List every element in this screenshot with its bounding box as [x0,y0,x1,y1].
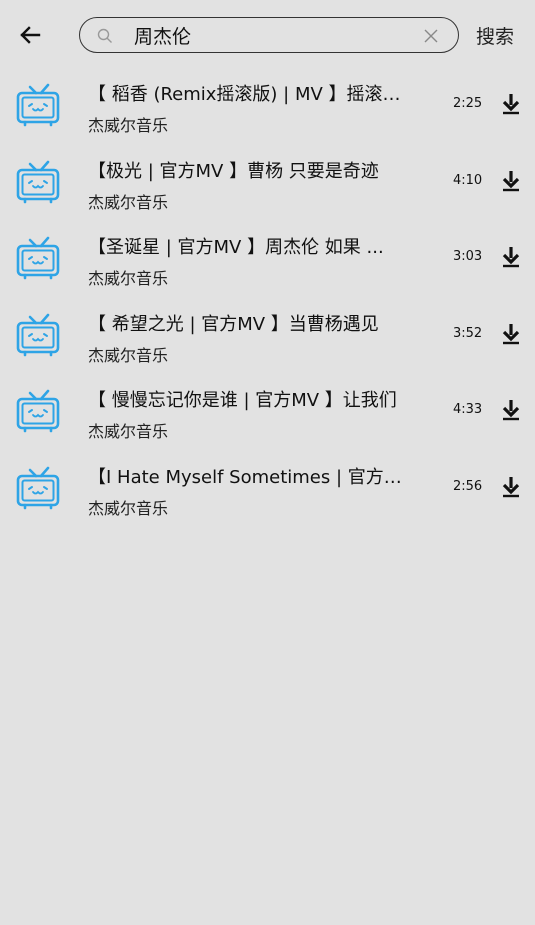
tv-icon [16,160,60,203]
top-bar: 搜索 [0,0,535,72]
arrow-left-icon [20,26,41,44]
tv-icon [16,466,60,510]
result-item[interactable]: 【极光 | 官方MV 】曹杨 只要是奇迹 杰威尔音乐 4:10 [0,145,535,222]
close-icon[interactable] [422,27,440,45]
result-item[interactable]: 【 希望之光 | 官方MV 】当曹杨遇见 杰威尔音乐 3:52 [0,298,535,375]
song-duration: 2:25 [453,96,483,111]
song-artist: 杰威尔音乐 [88,422,169,442]
tv-icon [16,313,60,357]
song-duration: 3:03 [453,249,483,265]
song-artist: 杰威尔音乐 [88,269,169,289]
download-icon[interactable] [500,398,522,422]
song-artist: 杰威尔音乐 [88,345,169,365]
song-title: 【极光 | 官方MV 】曹杨 只要是奇迹 [88,160,379,182]
song-artist: 杰威尔音乐 [88,498,169,518]
back-button[interactable] [14,20,46,50]
tv-icon [16,236,60,280]
download-icon[interactable] [500,322,522,346]
song-artist: 杰威尔音乐 [88,116,169,135]
search-icon [97,28,112,43]
song-title: 【I Hate Myself Sometimes | 官方MV [88,466,410,488]
download-icon[interactable] [500,245,522,269]
song-duration: 3:52 [453,325,483,341]
download-icon[interactable] [500,475,522,499]
song-duration: 2:56 [453,478,483,494]
search-box[interactable] [79,17,459,53]
search-button[interactable]: 搜索 [476,22,514,49]
song-title: 【圣诞星 | 官方MV 】周杰伦 如果 ... [88,237,384,259]
result-list: 【 稻香 (Remix摇滚版) | MV 】摇滚版 周杰伦 稻香 杰威尔音乐 2… [0,68,535,528]
song-duration: 4:10 [453,172,483,188]
tv-icon [16,83,60,127]
result-item[interactable]: 【 稻香 (Remix摇滚版) | MV 】摇滚版 周杰伦 稻香 杰威尔音乐 2… [0,68,535,145]
result-item[interactable]: 【圣诞星 | 官方MV 】周杰伦 如果 ... 杰威尔音乐 3:03 [0,221,535,298]
song-duration: 4:33 [453,402,483,418]
search-input[interactable] [134,21,404,49]
download-icon[interactable] [500,92,522,116]
song-artist: 杰威尔音乐 [88,192,169,212]
tv-icon [16,390,60,433]
result-item[interactable]: 【I Hate Myself Sometimes | 官方MV 杰威尔音乐 2:… [0,451,535,528]
song-title: 【 慢慢忘记你是谁 | 官方MV 】让我们 [88,390,397,412]
song-title: 【 希望之光 | 官方MV 】当曹杨遇见 [88,313,379,335]
download-icon[interactable] [500,169,522,193]
song-title: 【 稻香 (Remix摇滚版) | MV 】摇滚版 周杰伦 稻香 [88,84,410,105]
result-item[interactable]: 【 慢慢忘记你是谁 | 官方MV 】让我们 杰威尔音乐 4:33 [0,374,535,451]
